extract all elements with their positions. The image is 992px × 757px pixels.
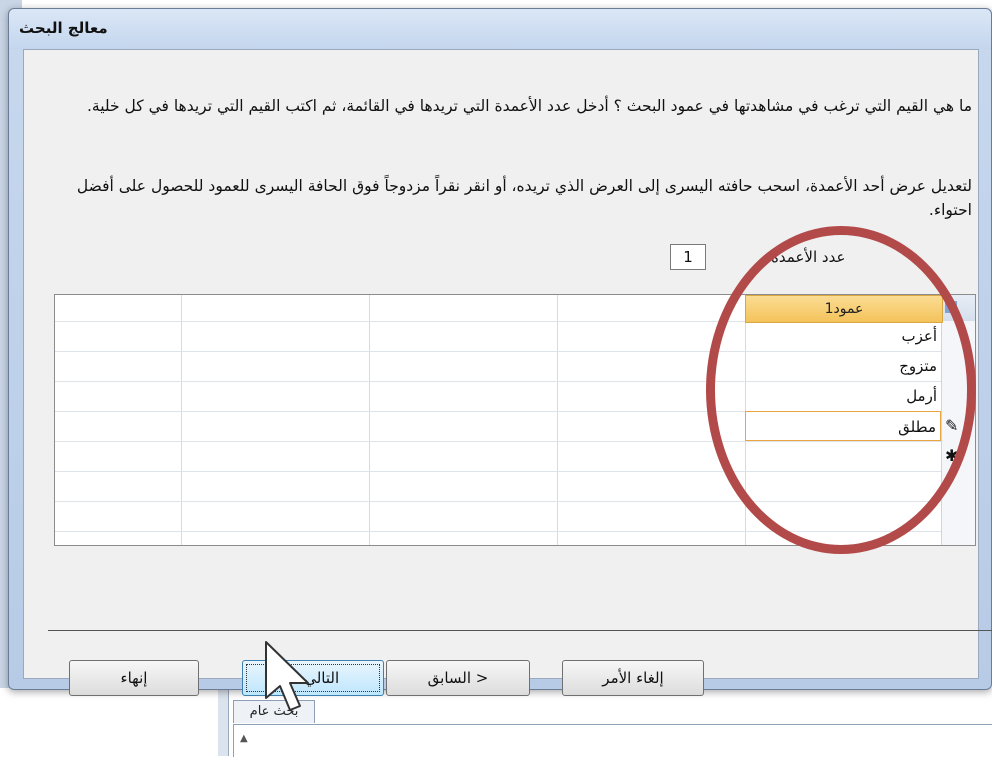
instruction-text-width: لتعديل عرض أحد الأعمدة، اسحب حافته اليسر… bbox=[76, 177, 972, 219]
column-count-label: عدد الأعمدة: bbox=[766, 248, 846, 266]
pencil-icon: ✎ bbox=[945, 416, 959, 435]
grid-column-header[interactable]: عمود1 bbox=[745, 295, 943, 323]
cell-text: متزوج bbox=[899, 357, 937, 375]
grid-row-line bbox=[55, 471, 975, 472]
background-divider bbox=[218, 688, 229, 756]
grid-cell-row-1[interactable]: أعزب bbox=[745, 321, 941, 351]
button-separator bbox=[48, 630, 992, 631]
grid-column-divider bbox=[557, 295, 558, 545]
grid-cell-row-2[interactable]: متزوج bbox=[745, 351, 941, 381]
dialog-title: معالج البحث bbox=[19, 19, 108, 37]
grid-column-divider bbox=[369, 295, 370, 545]
grid-row-line bbox=[55, 501, 975, 502]
background-property-pane: بحث عام ▲ bbox=[0, 688, 992, 757]
column-count-input[interactable]: 1 bbox=[670, 244, 706, 270]
background-top bbox=[0, 0, 992, 8]
back-button[interactable]: < السابق bbox=[386, 660, 530, 696]
cell-text: أرمل bbox=[906, 387, 937, 405]
finish-button[interactable]: إنهاء bbox=[69, 660, 199, 696]
dialog-body: ما هي القيم التي ترغب في مشاهدتها في عمو… bbox=[23, 49, 992, 696]
cell-text: أعزب bbox=[901, 327, 937, 345]
background-field: ▲ bbox=[233, 724, 992, 757]
values-grid[interactable]: عمود1 أعزب متزوج أرمل مطلق ✎ ✱ bbox=[54, 294, 976, 546]
grid-row-line bbox=[55, 441, 975, 442]
dialog-titlebar[interactable]: معالج البحث bbox=[9, 9, 991, 49]
select-all-corner[interactable] bbox=[941, 295, 975, 321]
instruction-text-values: ما هي القيم التي ترغب في مشاهدتها في عمو… bbox=[86, 97, 972, 115]
grid-cell-row-4-active[interactable]: مطلق bbox=[745, 411, 941, 441]
asterisk-icon: ✱ bbox=[945, 446, 959, 465]
grid-column-divider bbox=[181, 295, 182, 545]
mouse-pointer-icon bbox=[265, 641, 309, 711]
grid-row-line bbox=[55, 531, 975, 532]
cell-text: مطلق bbox=[898, 418, 936, 436]
scroll-up-arrow-icon[interactable]: ▲ bbox=[240, 733, 248, 744]
cancel-button[interactable]: إلغاء الأمر bbox=[562, 660, 704, 696]
lookup-wizard-dialog: معالج البحث ما هي القيم التي ترغب في مشا… bbox=[8, 8, 992, 696]
grid-cell-row-3[interactable]: أرمل bbox=[745, 381, 941, 411]
